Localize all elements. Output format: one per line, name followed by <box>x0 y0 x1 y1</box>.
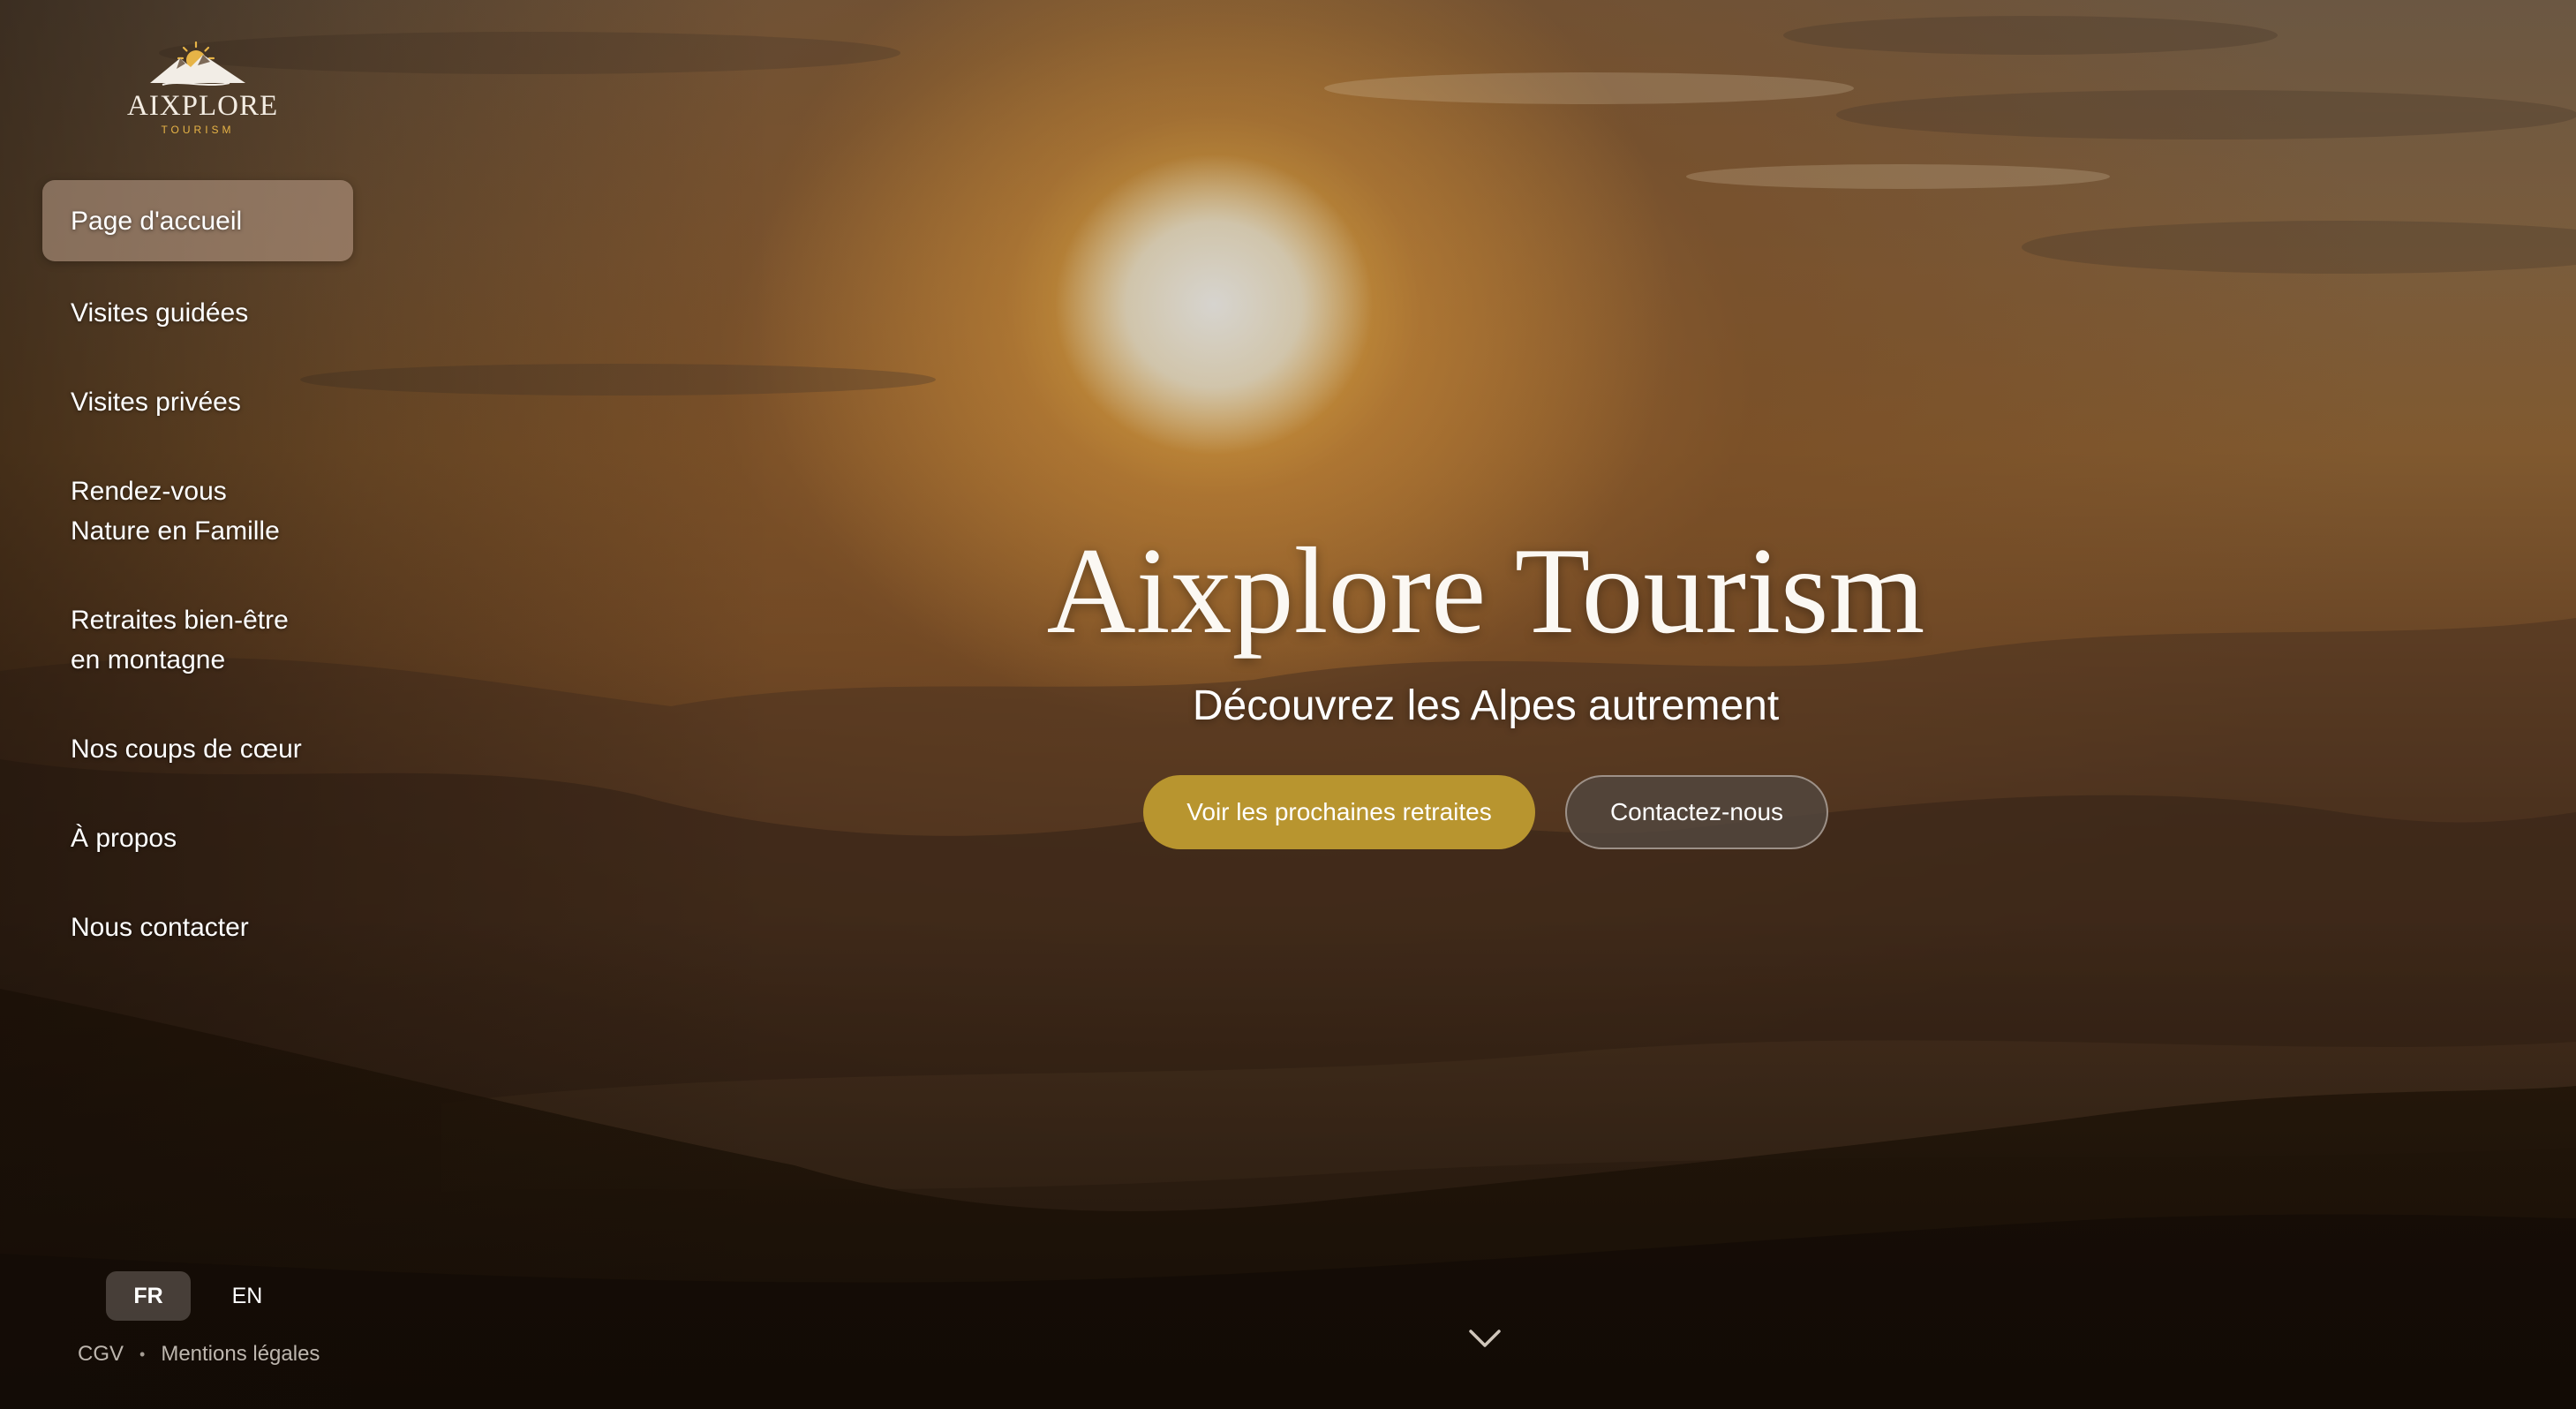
sidebar-item-family-nature[interactable]: Rendez-vous Nature en Famille <box>42 471 334 551</box>
hero-title: Aixplore Tourism <box>1046 523 1925 659</box>
contact-us-button[interactable]: Contactez-nous <box>1565 775 1828 849</box>
hero-section: Aixplore Tourism Découvrez les Alpes aut… <box>395 521 2576 849</box>
legal-links: CGV • Mentions légales <box>78 1342 320 1367</box>
legal-separator: • <box>139 1345 146 1363</box>
cgv-link[interactable]: CGV <box>78 1342 124 1367</box>
hero-subtitle: Découvrez les Alpes autrement <box>1192 682 1780 729</box>
brand-name: AIXPLORE <box>127 90 279 122</box>
sidebar-item-favorites[interactable]: Nos coups de cœur <box>42 729 353 769</box>
sidebar-item-guided-tours[interactable]: Visites guidées <box>42 293 353 333</box>
mountain-sun-logo-icon <box>150 41 245 86</box>
language-fr-button[interactable]: FR <box>106 1271 191 1321</box>
sidebar-item-wellness-retreats[interactable]: Retraites bien-être en montagne <box>42 600 353 680</box>
sidebar-item-about[interactable]: À propos <box>42 818 353 858</box>
sidebar: AIXPLORE TOURISM Page d'accueil Visites … <box>0 0 395 1409</box>
brand-logo[interactable]: AIXPLORE TOURISM <box>127 39 279 159</box>
sidebar-item-home[interactable]: Page d'accueil <box>42 180 353 261</box>
page: AIXPLORE TOURISM Page d'accueil Visites … <box>0 0 2576 1409</box>
sidebar-item-private-tours[interactable]: Visites privées <box>42 382 353 422</box>
upcoming-retreats-button[interactable]: Voir les prochaines retraites <box>1143 775 1535 849</box>
hero-actions: Voir les prochaines retraites Contactez-… <box>395 775 2576 849</box>
legal-notice-link[interactable]: Mentions légales <box>161 1342 320 1367</box>
brand-tagline: TOURISM <box>161 124 235 136</box>
chevron-down-icon[interactable] <box>1465 1326 1504 1351</box>
main-navigation: Page d'accueil Visites guidées Visites p… <box>42 180 353 947</box>
language-en-button[interactable]: EN <box>205 1271 290 1321</box>
sidebar-item-contact[interactable]: Nous contacter <box>42 908 353 947</box>
language-switcher: FR EN <box>106 1271 290 1321</box>
